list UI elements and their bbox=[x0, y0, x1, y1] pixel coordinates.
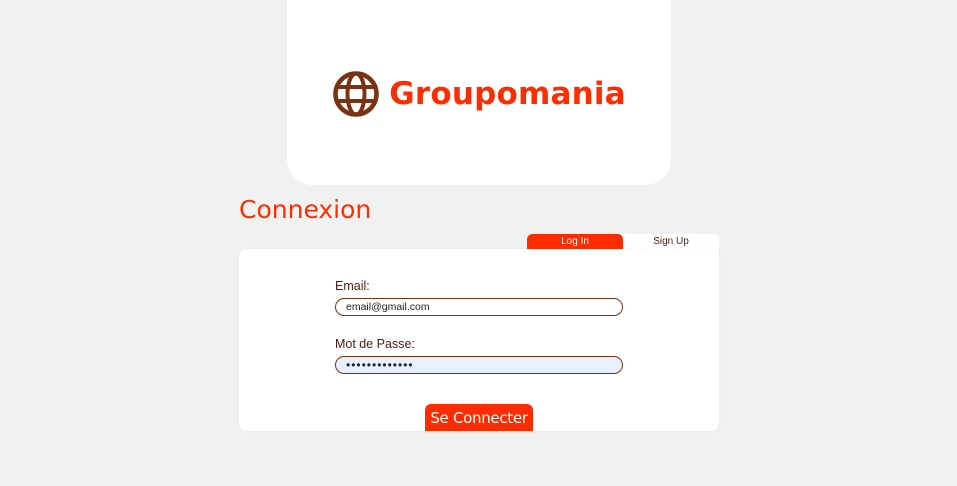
brand-name: Groupomania bbox=[389, 76, 626, 112]
logo-card: Groupomania bbox=[287, 0, 671, 185]
auth-tabs: Log In Sign Up bbox=[527, 234, 719, 250]
email-label: Email: bbox=[335, 279, 370, 293]
email-field[interactable] bbox=[335, 298, 623, 316]
password-label: Mot de Passe: bbox=[335, 337, 415, 351]
login-button[interactable]: Se Connecter bbox=[425, 404, 533, 431]
tab-login[interactable]: Log In bbox=[527, 234, 623, 250]
brand: Groupomania bbox=[332, 70, 626, 118]
login-form: Email: Mot de Passe: Se Connecter bbox=[239, 249, 719, 431]
page-title: Connexion bbox=[239, 195, 372, 224]
password-field[interactable] bbox=[335, 356, 623, 374]
tab-signup[interactable]: Sign Up bbox=[623, 234, 719, 250]
globe-icon bbox=[333, 71, 379, 117]
